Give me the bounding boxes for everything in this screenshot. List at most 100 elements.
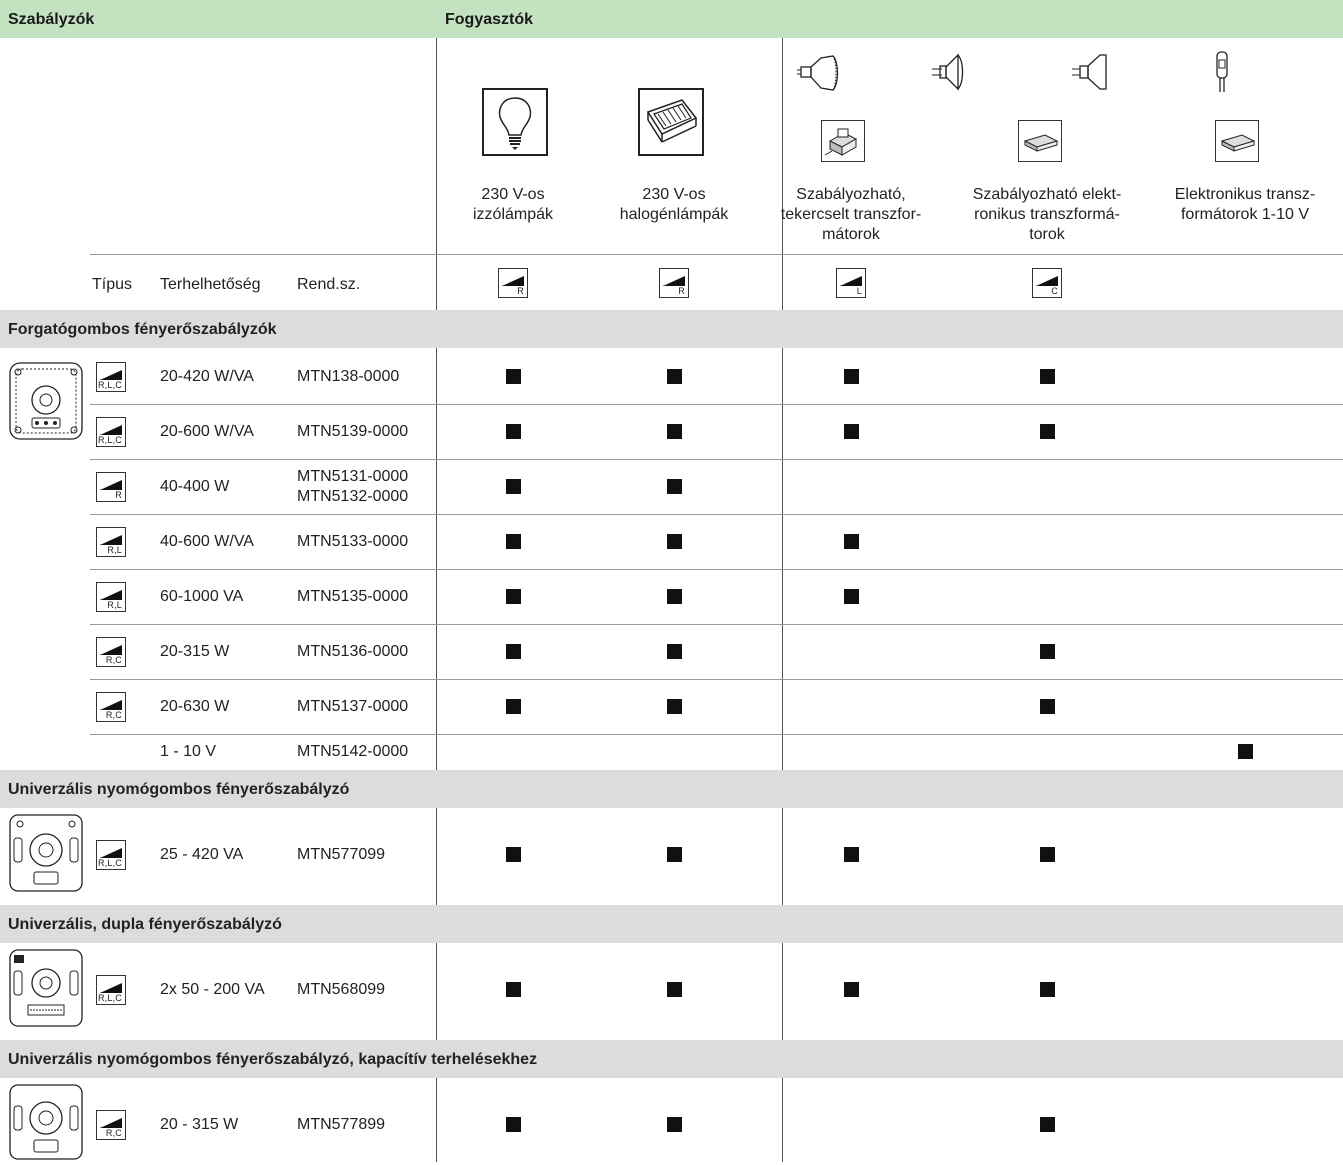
dimmer-type-icon: R,C	[96, 636, 126, 667]
section-title: Univerzális, dupla fényerőszabályzó	[8, 916, 282, 933]
compatibility-marker	[506, 423, 521, 439]
dimmer-type-letters: R,L	[107, 544, 122, 555]
compatibility-marker	[844, 368, 859, 384]
reflector-lamp-icon	[797, 54, 847, 97]
header-bar	[0, 0, 1343, 38]
capsule-lamp-icon	[1212, 50, 1232, 99]
dimmer-type-letter: L	[856, 286, 862, 296]
load-capacity: 60-1000 VA	[160, 587, 244, 605]
compatibility-marker	[1040, 698, 1055, 714]
load-capacity: 20-420 W/VA	[160, 367, 254, 385]
dimmer-type-letters: R,L,C	[97, 434, 122, 445]
load-capacity: 20 - 315 W	[160, 1116, 239, 1133]
order-number: MTN5137-0000	[297, 697, 409, 715]
row-separator	[90, 624, 1343, 625]
row-separator	[90, 679, 1343, 680]
compatibility-marker	[506, 698, 521, 714]
load-capacity: 20-600 W/VA	[160, 422, 254, 440]
column-ref: Rend.sz.	[297, 276, 361, 293]
capacitive-dimmer-device-icon	[6, 1082, 86, 1165]
compatibility-marker	[667, 423, 682, 439]
load-capacity: 25 - 420 VA	[160, 846, 244, 863]
rotary-dimmer-device-icon	[6, 360, 86, 447]
category-caption-line: 230 V-os	[642, 186, 706, 203]
order-number-alt: MTN5132-0000	[297, 487, 409, 505]
row-separator	[90, 459, 1343, 460]
order-number: MTN138-0000	[297, 367, 400, 385]
load-capacity: 20-315 W	[160, 642, 230, 660]
load-capacity: 40-600 W/VA	[160, 532, 254, 550]
compatibility-marker	[667, 478, 682, 494]
header-regulators: Szabályzók	[8, 11, 95, 28]
compatibility-marker	[667, 533, 682, 549]
dimmer-type-icon: R,L,C	[96, 416, 126, 447]
column-type: Típus	[92, 276, 133, 293]
dimmer-type-icon: R,C	[96, 691, 126, 722]
category-caption-line: formátorok 1-10 V	[1180, 206, 1310, 223]
category-caption: 230 V-os halogénlámpák	[579, 185, 769, 225]
dimmer-type-icon: R	[96, 471, 126, 502]
header-consumers: Fogyasztók	[445, 11, 534, 28]
compatibility-marker	[844, 588, 859, 604]
electronic-transformer-icon	[1018, 120, 1062, 162]
dimmer-type-icon: R,L	[96, 581, 126, 612]
section-universal-push-dimmer: Univerzális nyomógombos fényerőszabályzó	[0, 770, 1343, 808]
compatibility-marker	[506, 588, 521, 604]
electronic-transformer-1-10v-icon	[1215, 120, 1259, 162]
dimmer-type-letters: R,L	[107, 599, 122, 610]
order-number: MTN5142-0000	[297, 743, 409, 760]
section-title: Univerzális nyomógombos fényerőszabályzó	[8, 781, 350, 798]
halogen-lamp-icon	[638, 88, 704, 156]
compatibility-marker	[1040, 423, 1055, 439]
load-capacity: 1 - 10 V	[160, 743, 217, 760]
row-separator	[90, 254, 1343, 255]
row-separator	[90, 734, 1343, 735]
order-number: MTN5135-0000	[297, 587, 409, 605]
category-caption-line: Elektronikus transz-	[1174, 186, 1316, 203]
compatibility-marker	[506, 478, 521, 494]
compatibility-marker	[844, 423, 859, 439]
mr-lamp-icon	[1070, 52, 1114, 97]
dimmer-type-letters: R	[115, 489, 122, 500]
column-load: Terhelhetőség	[160, 276, 261, 293]
dimmer-type-icon: R,L,C	[96, 840, 126, 870]
dimmer-type-letters: R,C	[105, 654, 122, 665]
category-caption-line: tekercselt transzfor-	[780, 206, 922, 223]
dimmer-type-letters: R,L,C	[97, 858, 122, 868]
row-separator	[90, 404, 1343, 405]
compatibility-marker	[844, 847, 859, 862]
double-dimmer-device-icon	[6, 947, 86, 1034]
compatibility-marker	[1040, 1117, 1055, 1132]
dimmer-type-symbol-icon: L	[836, 268, 866, 298]
compatibility-marker	[667, 588, 682, 604]
row-separator	[90, 569, 1343, 570]
dimmer-type-letters: R,L,C	[97, 993, 122, 1003]
compatibility-marker	[667, 698, 682, 714]
dimmer-type-icon: R,C	[96, 1110, 126, 1140]
dimmer-type-icon: R,L,C	[96, 361, 126, 392]
category-caption-line: mátorok	[822, 226, 880, 243]
compatibility-marker	[1040, 643, 1055, 659]
category-caption-line: torok	[1029, 226, 1065, 243]
order-number: MTN5136-0000	[297, 642, 409, 660]
compatibility-marker	[844, 533, 859, 549]
reflector-lamp-pin-icon	[930, 52, 974, 97]
compatibility-marker	[667, 368, 682, 384]
order-number: MTN5139-0000	[297, 422, 409, 440]
order-number: MTN568099	[297, 981, 386, 998]
compatibility-marker	[844, 982, 859, 997]
dimmer-type-letter: R	[678, 286, 685, 296]
section-title: Forgatógombos fényerőszabályzók	[8, 321, 277, 338]
dimmer-type-letters: R,C	[105, 709, 122, 720]
category-caption: Elektronikus transz-formátorok 1-10 V	[1150, 185, 1340, 225]
compatibility-marker	[667, 1117, 682, 1132]
load-capacity: 20-630 W	[160, 697, 230, 715]
section-rotary-dimmers: Forgatógombos fényerőszabályzók	[0, 310, 1343, 348]
load-capacity: 2x 50 - 200 VA	[160, 981, 265, 998]
category-caption-line: Szabályozható elekt-	[972, 186, 1122, 203]
compatibility-marker	[506, 643, 521, 659]
compatibility-marker	[1040, 368, 1055, 384]
category-caption-line: halogénlámpák	[619, 206, 729, 223]
incandescent-bulb-icon	[482, 88, 548, 156]
compatibility-marker	[1040, 847, 1055, 862]
